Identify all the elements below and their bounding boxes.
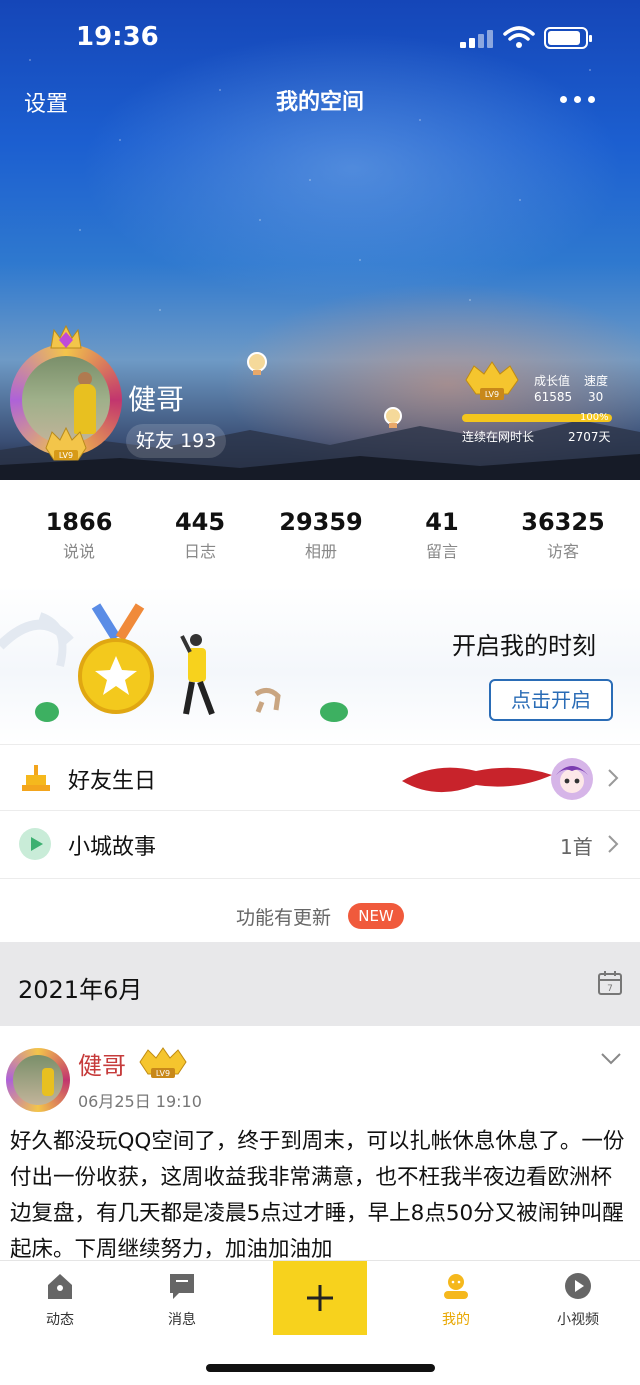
count-label: 访客 [546,542,579,561]
count-visitors[interactable]: 36325 访客 [503,508,623,562]
profile-avatar[interactable]: LV9 [2,322,130,470]
count-number: 445 [174,508,226,536]
online-duration-value: 2707天 [568,430,611,444]
banner-illustration [0,603,348,722]
svg-text:7: 7 [607,984,613,994]
tab-messages[interactable]: 消息 [132,1271,232,1329]
birthday-cake-icon [22,765,50,791]
update-text: 功能有更新 [236,907,332,929]
row-label: 好友生日 [68,769,157,794]
vip-crown-icon: LV9 [465,361,519,400]
status-bar: 19:36 [0,0,640,70]
small-town-story-row[interactable]: 小城故事 1首 [0,810,640,876]
chevron-down-icon[interactable] [600,1052,622,1066]
chevron-right-icon [608,835,619,853]
friends-count[interactable]: 好友 193 [126,424,227,458]
tab-feed[interactable]: 动态 [10,1271,110,1329]
diamond-crown-icon [50,324,82,349]
online-duration-label: 连续在网时长 [462,430,535,444]
bulb-icon[interactable] [382,406,404,432]
date-header: 2021年6月 [0,942,640,1026]
feed-post[interactable]: 健哥 LV9 06月25日 19:10 好久都没玩QQ空间了，终于到周末，可以扎… [0,1026,640,1266]
profile-icon [444,1274,468,1299]
date-text: 2021年6月 [18,976,143,1004]
count-label: 日志 [183,542,216,561]
level-crown-icon: LV9 [45,426,87,461]
wifi-icon [503,26,535,48]
story-count: 1首 [560,835,593,859]
feature-update-row[interactable]: 功能有更新 NEW [0,878,640,942]
count-label: 说说 [62,542,95,561]
count-diary[interactable]: 445 日志 [140,508,260,562]
post-level-text: LV9 [156,1069,170,1078]
home-indicator[interactable] [206,1364,435,1372]
moments-banner[interactable]: 开启我的时刻 点击开启 [0,586,640,744]
calendar-icon[interactable]: 7 [597,970,623,996]
count-label: 留言 [425,542,458,561]
tab-label: 小视频 [557,1312,599,1328]
friend-avatar[interactable] [550,757,594,801]
redacted-scribble [402,767,552,793]
bulb-icon[interactable] [246,352,268,378]
count-shuoshuo[interactable]: 1866 说说 [19,508,139,562]
profile-name[interactable]: 健哥 [128,378,184,418]
plus-icon [307,1285,333,1311]
tab-label: 我的 [442,1312,470,1328]
row-label: 小城故事 [68,835,157,860]
more-icon[interactable] [558,88,598,108]
friends-label: 好友 [136,430,175,452]
home-icon [48,1274,72,1299]
qzone-page: 19:36 设置 我的空间 LV9 健哥 好友 193 LV9 成长值 速度 6… [0,0,640,1385]
play-circle-icon [19,828,51,860]
tab-short-video[interactable]: 小视频 [528,1271,628,1329]
count-messages[interactable]: 41 留言 [382,508,502,562]
count-number: 36325 [521,508,605,536]
count-album[interactable]: 29359 相册 [261,508,381,562]
tab-label: 消息 [168,1312,196,1328]
avatar-level-text: LV9 [59,451,73,460]
friends-birthday-row[interactable]: 好友生日 [0,744,640,810]
count-label: 相册 [304,542,337,561]
page-title: 我的空间 [275,90,364,115]
growth-progress-text: 100% [580,412,609,423]
cellular-signal-icon [460,28,494,48]
count-number: 41 [425,508,459,536]
count-number: 1866 [45,508,113,536]
growth-value: 61585 [534,390,573,404]
start-moments-button[interactable]: 点击开启 [489,679,613,721]
post-author-name[interactable]: 健哥 [78,1046,126,1081]
message-icon [170,1274,194,1299]
chevron-right-icon [608,769,619,787]
counts-row: 1866 说说 445 日志 29359 相册 41 留言 36325 访客 [0,480,640,580]
video-icon [565,1273,591,1299]
new-badge: NEW [348,903,404,929]
post-level-icon: LV9 [139,1047,187,1078]
count-number: 29359 [279,508,363,536]
nav-bar: 设置 我的空间 [0,80,640,124]
post-body[interactable]: 好久都没玩QQ空间了，终于到周末，可以扎帐休息休息了。一份付出一份收获，这周收益… [10,1124,630,1266]
growth-label: 成长值 [534,374,571,388]
banner-title: 开启我的时刻 [452,632,596,660]
post-time: 06月25日 19:10 [78,1092,202,1111]
tab-mine[interactable]: 我的 [406,1271,506,1329]
compose-plus-button[interactable] [273,1261,367,1335]
growth-level-text: LV9 [485,390,499,399]
growth-panel[interactable]: LV9 成长值 速度 61585 30 100% 连续在网时长 2707天 [462,360,622,450]
status-time: 19:36 [76,22,159,52]
speed-value: 30 [588,390,604,404]
speed-label: 速度 [584,374,609,388]
tab-label: 动态 [46,1312,74,1328]
post-author-avatar[interactable] [2,1038,76,1124]
battery-icon [544,27,592,49]
friends-number: 193 [180,430,217,452]
